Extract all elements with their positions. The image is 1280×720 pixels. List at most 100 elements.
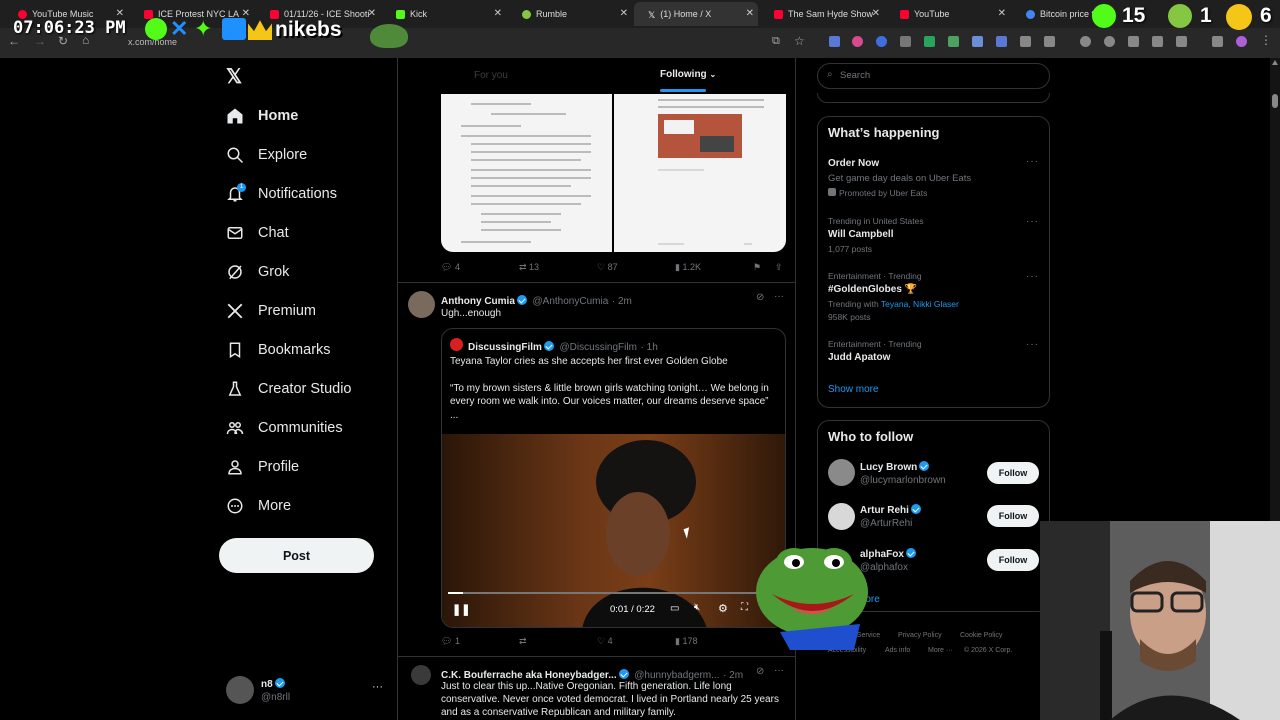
close-tab-icon[interactable]: ✕ <box>368 8 376 19</box>
avatar[interactable] <box>408 291 435 318</box>
follow-suggestion-name[interactable]: Lucy Brown <box>860 461 931 473</box>
tweet-media-document[interactable] <box>441 94 612 252</box>
extension-icon[interactable] <box>829 36 840 47</box>
browser-tab[interactable]: Kick ✕ <box>382 2 506 26</box>
footer-link[interactable]: Cookie Policy <box>960 632 1002 639</box>
avatar[interactable] <box>828 503 855 530</box>
sidebar-item-chat[interactable]: Chat <box>226 221 289 245</box>
trend-title[interactable]: Judd Apatow <box>828 352 890 363</box>
trend-title[interactable]: Order Now <box>828 158 879 169</box>
footer-link[interactable]: More ··· <box>928 647 953 654</box>
grok-icon[interactable]: ⊘ <box>756 666 764 677</box>
avatar[interactable] <box>828 459 855 486</box>
browser-tab[interactable]: The Sam Hyde Show ✕ <box>760 2 884 26</box>
settings-icon[interactable]: ⚙ <box>718 602 728 615</box>
follow-suggestion-name[interactable]: Artur Rehi <box>860 504 923 516</box>
follow-button[interactable]: Follow <box>987 549 1039 571</box>
search-box[interactable]: ⌕ Search <box>817 63 1050 89</box>
reply-action[interactable]: 💬︎ 1 <box>441 636 460 647</box>
close-tab-icon[interactable]: ✕ <box>872 8 880 19</box>
extension-icon[interactable] <box>948 36 959 47</box>
sidebar-item-bookmarks[interactable]: Bookmarks <box>226 338 331 362</box>
extension-icon[interactable] <box>972 36 983 47</box>
extension-icon[interactable] <box>1020 36 1031 47</box>
like-action[interactable]: ♡ 87 <box>597 262 618 273</box>
more-dots-icon[interactable]: ··· <box>1026 156 1039 167</box>
trend-title[interactable]: #GoldenGlobes 🏆 <box>828 284 917 295</box>
install-icon[interactable]: ⧉ <box>772 35 780 48</box>
history-icon[interactable] <box>1080 36 1091 47</box>
extension-icon[interactable] <box>1104 36 1115 47</box>
devtools-icon[interactable] <box>1128 36 1139 47</box>
tab-for-you[interactable]: For you <box>474 70 508 81</box>
volume-icon[interactable]: 🔇︎ <box>694 602 700 613</box>
tab-following[interactable]: Following ⌄ <box>660 69 716 80</box>
views-action[interactable]: ▮ 1.2K <box>675 262 701 273</box>
browser-tab[interactable]: Rumble ✕ <box>508 2 632 26</box>
more-dots-icon[interactable]: ··· <box>1026 271 1039 282</box>
browser-tab[interactable]: YouTube ✕ <box>886 2 1010 26</box>
views-action[interactable]: ▮ 178 <box>675 636 697 647</box>
author-name[interactable]: Anthony Cumia <box>441 296 515 307</box>
extension-icon[interactable] <box>924 36 935 47</box>
reply-action[interactable]: 💬︎ 4 <box>441 262 460 273</box>
video-progress-track[interactable] <box>448 592 781 594</box>
avatar[interactable] <box>411 665 431 685</box>
share-icon[interactable]: ⇪ <box>775 262 783 273</box>
sidebar-item-more[interactable]: More <box>226 494 291 518</box>
video-player[interactable]: ❚❚ 0:01 / 0:22 ▭ 🔇︎ ⚙ ⛶ <box>442 434 785 627</box>
close-tab-icon[interactable]: ✕ <box>620 8 628 19</box>
scrollbar-thumb[interactable] <box>1272 94 1278 108</box>
extension-icon[interactable] <box>876 36 887 47</box>
post-button[interactable]: Post <box>219 538 374 573</box>
close-tab-icon[interactable]: ✕ <box>746 8 754 19</box>
browser-tab[interactable]: Bitcoin price tod <box>1012 2 1098 26</box>
follow-button[interactable]: Follow <box>987 505 1039 527</box>
account-switcher[interactable]: n8 @n8rll ··· <box>226 676 386 706</box>
sidebar-item-premium[interactable]: Premium <box>226 299 316 323</box>
sidebar-item-profile[interactable]: Profile <box>226 455 299 479</box>
repost-action[interactable]: ⇄ 13 <box>519 262 539 273</box>
extension-icon[interactable] <box>1212 36 1223 47</box>
extension-icon[interactable] <box>900 36 911 47</box>
tweet-media-article[interactable] <box>614 94 786 252</box>
more-dots-icon[interactable]: ··· <box>1026 339 1039 350</box>
pause-icon[interactable]: ❚❚ <box>452 603 470 616</box>
star-icon[interactable]: ☆ <box>794 34 805 48</box>
x-logo-icon[interactable]: 𝕏 <box>226 64 242 89</box>
show-more-link[interactable]: Show more <box>828 384 879 395</box>
like-action[interactable]: ♡ 4 <box>597 636 613 647</box>
sidebar-item-communities[interactable]: Communities <box>226 416 343 440</box>
footer-link[interactable]: Privacy Policy <box>898 632 942 639</box>
quote-tweet[interactable]: DiscussingFilm @DiscussingFilm · 1h Teya… <box>441 328 786 628</box>
fullscreen-icon[interactable]: ⛶ <box>741 602 748 613</box>
search-input[interactable]: Search <box>840 70 870 81</box>
scrollbar-up-icon[interactable] <box>1272 60 1278 65</box>
follow-button[interactable]: Follow <box>987 462 1039 484</box>
extension-icon[interactable] <box>852 36 863 47</box>
bookmark-icon[interactable]: ⚑ <box>753 262 761 273</box>
sidebar-item-creator-studio[interactable]: Creator Studio <box>226 377 352 401</box>
extension-icon[interactable] <box>996 36 1007 47</box>
close-tab-icon[interactable]: ✕ <box>998 8 1006 19</box>
sidebar-item-home[interactable]: Home <box>226 104 298 128</box>
trend-title[interactable]: Will Campbell <box>828 229 893 240</box>
sidebar-icon[interactable] <box>1152 36 1163 47</box>
menu-dots-icon[interactable]: ⋮ <box>1260 33 1272 47</box>
repost-action[interactable]: ⇄ <box>519 636 527 647</box>
footer-link[interactable]: Ads info <box>885 647 910 654</box>
sidebar-item-grok[interactable]: Grok <box>226 260 289 284</box>
close-tab-icon[interactable]: ✕ <box>494 8 502 19</box>
author-handle[interactable]: @AnthonyCumia <box>533 296 609 307</box>
more-dots-icon[interactable]: ··· <box>1026 216 1039 227</box>
captions-icon[interactable]: ▭ <box>670 603 679 614</box>
more-dots-icon[interactable]: ··· <box>774 665 784 676</box>
profile-avatar-icon[interactable] <box>1236 36 1247 47</box>
browser-tab-active[interactable]: 𝕏 (1) Home / X ✕ <box>634 2 758 26</box>
more-dots-icon[interactable]: ··· <box>774 291 784 302</box>
extensions-puzzle-icon[interactable] <box>1044 36 1055 47</box>
extension-icon[interactable] <box>1176 36 1187 47</box>
grok-icon[interactable]: ⊘ <box>756 292 764 303</box>
tweet-time[interactable]: · 2m <box>612 296 632 307</box>
sidebar-item-explore[interactable]: Explore <box>226 143 307 167</box>
